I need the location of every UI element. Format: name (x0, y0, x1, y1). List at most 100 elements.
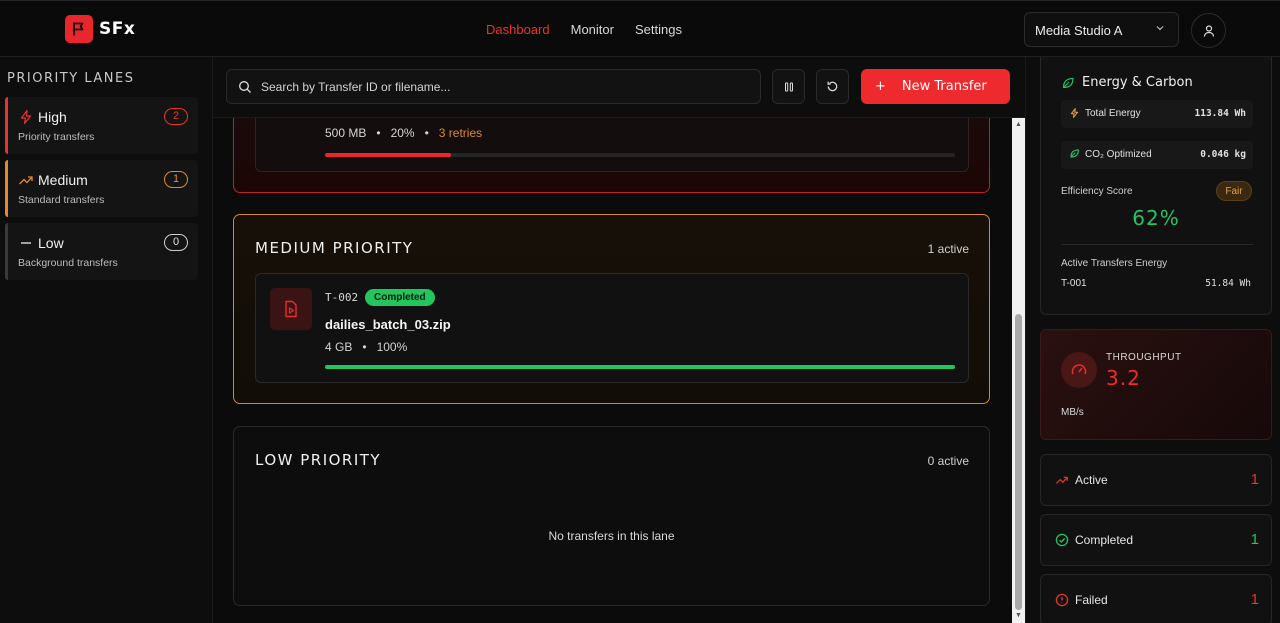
search-input[interactable] (261, 78, 741, 96)
brand-name: SFx (99, 19, 136, 39)
workspace-label: Media Studio A (1035, 23, 1123, 38)
refresh-icon (827, 81, 838, 92)
total-energy-value: 113.84 Wh (1194, 108, 1246, 119)
priority-sidebar: PRIORITY LANES High Priority transfers 2… (0, 57, 213, 623)
trending-up-icon (1055, 476, 1068, 484)
energy-card: Energy & Carbon Total Energy 113.84 Wh C… (1040, 57, 1272, 315)
divider (1061, 244, 1253, 245)
trending-up-icon (19, 176, 33, 185)
stat-failed: Failed 1 (1040, 574, 1272, 623)
throughput-label: THROUGHPUT (1106, 352, 1182, 363)
progress-fill (325, 365, 955, 369)
search-icon (239, 81, 251, 93)
nav-dashboard[interactable]: Dashboard (486, 22, 550, 37)
lane-subtitle: Standard transfers (18, 194, 105, 206)
active-energy-id: T-001 (1061, 278, 1087, 289)
transfer-size: 4 GB (325, 340, 353, 354)
refresh-button[interactable] (816, 69, 849, 104)
active-count: 0 active (927, 454, 969, 468)
main-nav: Dashboard Monitor Settings (486, 22, 682, 37)
search-box[interactable] (226, 69, 761, 104)
flag-icon (65, 15, 93, 43)
lane-high[interactable]: High Priority transfers 2 (5, 97, 198, 154)
pause-button[interactable] (772, 69, 805, 104)
gauge-icon (1061, 352, 1097, 388)
lane-name: High (38, 109, 67, 125)
stat-label: Failed (1075, 593, 1108, 607)
progress-fill (325, 153, 451, 157)
energy-title: Energy & Carbon (1061, 75, 1193, 90)
transfer-filename: dailies_batch_03.zip (325, 317, 451, 332)
nav-monitor[interactable]: Monitor (571, 22, 614, 37)
total-energy-row: Total Energy 113.84 Wh (1061, 100, 1253, 128)
transfer-meta: 4 GB • 100% (325, 340, 407, 354)
toolbar: + New Transfer (213, 57, 1025, 118)
new-transfer-button[interactable]: + New Transfer (861, 69, 1010, 104)
stat-value: 1 (1250, 471, 1259, 488)
progress-bar (325, 365, 955, 369)
transfer-lanes: 500 MB • 20% • 3 retries MEDIUM PRIORITY 1 a… (213, 118, 1025, 623)
efficiency-score: 62% (1132, 206, 1180, 230)
transfer-card[interactable]: 500 MB • 20% • 3 retries (255, 118, 969, 172)
lane-medium[interactable]: Medium Standard transfers 1 (5, 160, 198, 217)
alert-circle-icon (1055, 593, 1069, 607)
scrollbar-thumb[interactable] (1015, 314, 1022, 610)
lane-accent (5, 160, 8, 217)
lane-count: 2 (164, 108, 188, 125)
chevron-down-icon (1154, 22, 1166, 37)
transfer-size: 500 MB (325, 126, 367, 140)
main-scrollbar[interactable]: ▲ ▼ (1012, 118, 1025, 623)
sidebar-title: PRIORITY LANES (7, 71, 135, 86)
lane-name: Medium (38, 172, 88, 188)
top-bar: SFx Dashboard Monitor Settings Media Stu… (0, 0, 1280, 57)
nav-settings[interactable]: Settings (635, 22, 682, 37)
energy-title-text: Energy & Carbon (1082, 75, 1193, 90)
lane-accent (5, 97, 8, 154)
brand-logo[interactable]: SFx (65, 15, 135, 43)
separator: • (376, 126, 381, 140)
transfer-card[interactable]: T-002 Completed dailies_batch_03.zip 4 G… (255, 273, 969, 383)
active-energy-value: 51.84 Wh (1205, 278, 1251, 289)
scroll-up-arrow-icon[interactable]: ▲ (1015, 121, 1022, 128)
empty-state: No transfers in this lane (548, 529, 675, 543)
active-energy-label: Active Transfers Energy (1061, 258, 1168, 269)
lane-low[interactable]: Low Background transfers 0 (5, 223, 198, 280)
co2-value: 0.046 kg (1200, 149, 1246, 160)
lane-subtitle: Priority transfers (18, 131, 95, 143)
stat-label: Active (1075, 473, 1108, 487)
user-icon (1203, 24, 1214, 37)
stat-value: 1 (1250, 591, 1259, 608)
stat-completed: Completed 1 (1040, 514, 1272, 566)
low-priority-panel: LOW PRIORITY 0 active No transfers in th… (233, 426, 990, 606)
leaf-icon (1070, 149, 1079, 158)
stat-active: Active 1 (1040, 454, 1272, 506)
transfer-meta: 500 MB • 20% • 3 retries (325, 126, 482, 140)
new-transfer-label: New Transfer (901, 79, 987, 94)
efficiency-badge: Fair (1216, 181, 1252, 201)
lane-name: Low (38, 235, 64, 251)
leaf-icon (1062, 77, 1074, 88)
scroll-down-arrow-icon[interactable]: ▼ (1015, 612, 1022, 619)
panel-title: LOW PRIORITY (255, 451, 382, 469)
stat-label: Completed (1075, 533, 1134, 547)
separator: • (362, 340, 367, 354)
separator: • (424, 126, 429, 140)
check-circle-icon (1055, 533, 1069, 547)
transfer-progress-text: 100% (376, 340, 408, 354)
co2-label: CO₂ Optimized (1085, 149, 1152, 160)
high-priority-panel: 500 MB • 20% • 3 retries (233, 118, 990, 193)
throughput-card: THROUGHPUT 3.2 MB/s (1040, 329, 1272, 440)
lane-count: 0 (164, 234, 188, 251)
lightning-icon (20, 109, 32, 125)
throughput-unit: MB/s (1061, 407, 1084, 418)
active-count: 1 active (927, 242, 969, 256)
plus-icon: + (875, 79, 886, 94)
efficiency-label: Efficiency Score (1061, 186, 1133, 197)
user-menu-button[interactable] (1191, 13, 1226, 48)
lane-subtitle: Background transfers (18, 257, 118, 269)
total-energy-label: Total Energy (1085, 108, 1141, 119)
video-file-icon (270, 288, 312, 330)
workspace-select[interactable]: Media Studio A (1024, 12, 1179, 47)
medium-priority-panel: MEDIUM PRIORITY 1 active T-002 Completed… (233, 214, 990, 404)
panel-title: MEDIUM PRIORITY (255, 239, 414, 257)
